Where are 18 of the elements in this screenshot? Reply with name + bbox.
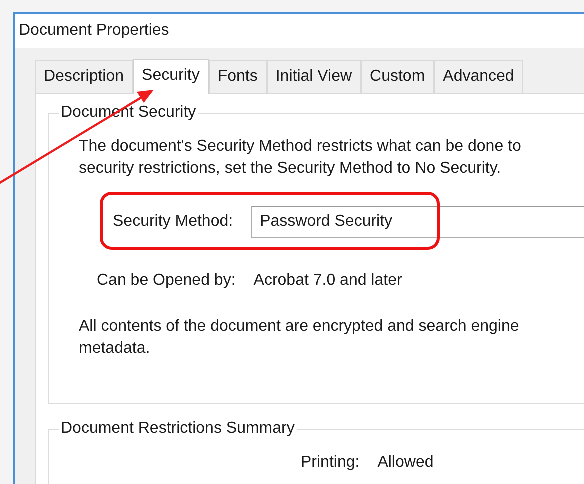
encryption-note: metadata. (79, 339, 150, 359)
description-text: security restrictions, set the Security Method to No Security. (79, 159, 502, 179)
tab[interactable]: Description (35, 60, 134, 93)
group-title: Document Restrictions Summary (60, 420, 296, 438)
tab[interactable]: Advanced (434, 60, 524, 93)
field-label: Can be Opened by: (97, 272, 236, 290)
tab[interactable]: Security (133, 59, 209, 94)
restriction-value: Allowed (378, 454, 434, 472)
field-value: Acrobat 7.0 and later (254, 272, 402, 290)
window-title: Document Properties (18, 21, 170, 41)
restriction-label: Printing: (301, 454, 360, 472)
security-method-field[interactable]: Password Security (251, 206, 584, 238)
tab[interactable]: Custom (361, 60, 434, 93)
description-text: The document's Security Method restricts what can be done to (79, 137, 522, 157)
field-label: Security Method: (113, 213, 234, 231)
encryption-note: All contents of the document are encrypted and search engine (79, 317, 520, 337)
tab[interactable]: Initial View (266, 60, 362, 93)
tab[interactable]: Fonts (208, 60, 267, 93)
